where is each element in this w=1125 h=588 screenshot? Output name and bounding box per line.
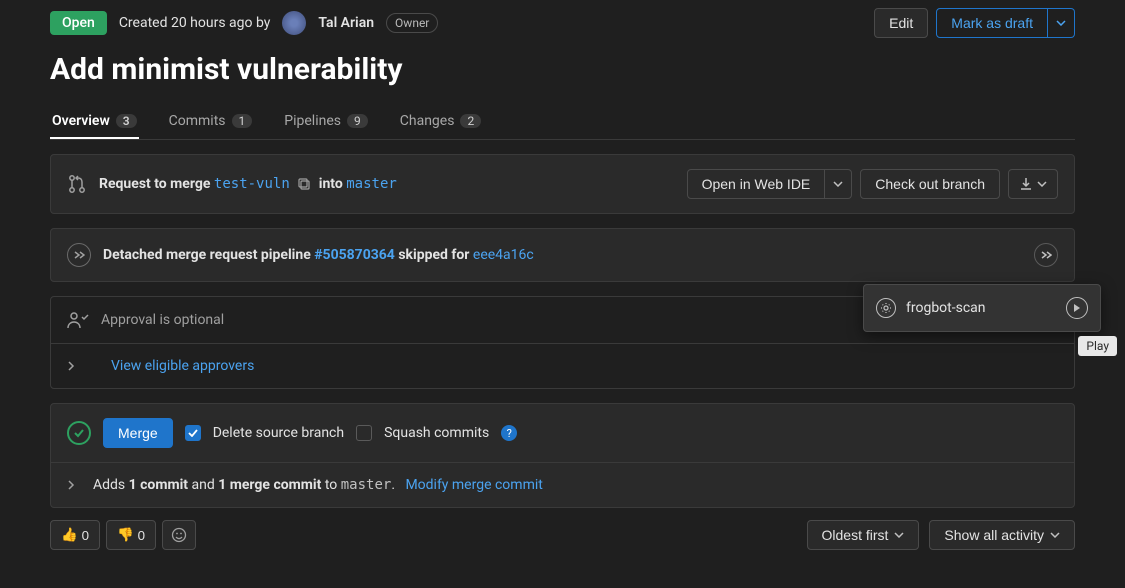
checkout-branch-button[interactable]: Check out branch bbox=[860, 169, 1000, 199]
modify-merge-commit-link[interactable]: Modify merge commit bbox=[405, 477, 542, 493]
copy-branch-icon[interactable] bbox=[297, 177, 311, 191]
tabs: Overview3 Commits1 Pipelines9 Changes2 bbox=[50, 105, 1075, 140]
source-branch[interactable]: test-vuln bbox=[214, 176, 290, 192]
tab-pipelines[interactable]: Pipelines9 bbox=[282, 105, 369, 139]
pipeline-expand-button[interactable] bbox=[1034, 243, 1058, 267]
activity-filter-dropdown[interactable]: Show all activity bbox=[929, 520, 1075, 550]
commit-sha-link[interactable]: eee4a16c bbox=[473, 247, 534, 263]
chevron-right-icon bbox=[67, 360, 75, 372]
merge-ready-icon bbox=[67, 421, 91, 445]
merge-commit-summary: Adds 1 commit and 1 merge commit to mast… bbox=[93, 477, 543, 493]
target-branch[interactable]: master bbox=[346, 176, 397, 192]
pipeline-link[interactable]: #505870364 bbox=[314, 247, 395, 263]
tab-overview[interactable]: Overview3 bbox=[50, 105, 139, 139]
created-meta: Created 20 hours ago by bbox=[119, 15, 271, 31]
sort-order-dropdown[interactable]: Oldest first bbox=[807, 520, 920, 550]
squash-checkbox[interactable] bbox=[356, 425, 372, 441]
tab-count: 2 bbox=[460, 114, 481, 128]
chevron-down-icon bbox=[833, 181, 843, 187]
download-button[interactable] bbox=[1008, 169, 1058, 199]
download-icon bbox=[1019, 177, 1033, 191]
approval-icon bbox=[67, 311, 89, 329]
owner-badge: Owner bbox=[386, 13, 438, 33]
squash-help-icon[interactable]: ? bbox=[501, 425, 517, 441]
pipeline-summary: Detached merge request pipeline #5058703… bbox=[103, 247, 1022, 263]
thumbs-down-icon: 👎 bbox=[117, 527, 134, 543]
check-icon bbox=[188, 429, 198, 437]
edit-button[interactable]: Edit bbox=[874, 8, 928, 38]
chevron-right-icon bbox=[67, 479, 75, 491]
smile-icon bbox=[171, 527, 187, 543]
avatar[interactable] bbox=[282, 11, 306, 35]
job-name: frogbot-scan bbox=[906, 300, 986, 316]
status-badge: Open bbox=[50, 11, 107, 35]
mark-as-draft-button[interactable]: Mark as draft bbox=[936, 8, 1048, 38]
squash-label: Squash commits bbox=[384, 425, 489, 441]
delete-source-checkbox[interactable] bbox=[185, 425, 201, 441]
chevron-down-icon bbox=[1037, 181, 1047, 187]
expand-commits-button[interactable] bbox=[67, 479, 81, 491]
delete-source-label: Delete source branch bbox=[213, 425, 344, 441]
gear-icon bbox=[876, 298, 896, 318]
expand-approvers-button[interactable] bbox=[67, 360, 81, 372]
thumbs-up-icon: 👍 bbox=[61, 527, 78, 543]
merge-summary: Request to merge test-vuln into master bbox=[99, 176, 675, 192]
merge-request-icon bbox=[67, 174, 87, 194]
thumbs-down-button[interactable]: 👎0 bbox=[106, 520, 156, 550]
tab-count: 3 bbox=[116, 114, 137, 128]
pipeline-status-icon bbox=[67, 243, 91, 267]
tab-count: 9 bbox=[347, 114, 368, 128]
approval-optional-text: Approval is optional bbox=[101, 312, 224, 328]
page-title: Add minimist vulnerability bbox=[50, 52, 1075, 87]
chevron-down-icon bbox=[1056, 20, 1066, 26]
merge-button[interactable]: Merge bbox=[103, 418, 173, 448]
job-item[interactable]: frogbot-scan bbox=[864, 285, 1100, 331]
double-chevron-icon bbox=[1040, 250, 1052, 260]
play-icon bbox=[1073, 303, 1081, 313]
view-approvers-link[interactable]: View eligible approvers bbox=[111, 358, 254, 374]
open-web-ide-button[interactable]: Open in Web IDE bbox=[687, 169, 826, 199]
chevron-down-icon bbox=[1050, 532, 1060, 538]
play-job-button[interactable] bbox=[1066, 297, 1088, 319]
chevron-down-icon bbox=[894, 532, 904, 538]
tab-count: 1 bbox=[232, 114, 253, 128]
play-tooltip: Play bbox=[1078, 336, 1117, 356]
tab-changes[interactable]: Changes2 bbox=[398, 105, 483, 139]
author-link[interactable]: Tal Arian bbox=[318, 15, 374, 31]
job-popup: frogbot-scan bbox=[863, 284, 1101, 332]
add-reaction-button[interactable] bbox=[162, 520, 196, 550]
open-web-ide-dropdown[interactable] bbox=[825, 169, 852, 199]
thumbs-up-button[interactable]: 👍0 bbox=[50, 520, 100, 550]
tab-commits[interactable]: Commits1 bbox=[167, 105, 255, 139]
draft-dropdown[interactable] bbox=[1048, 8, 1075, 38]
